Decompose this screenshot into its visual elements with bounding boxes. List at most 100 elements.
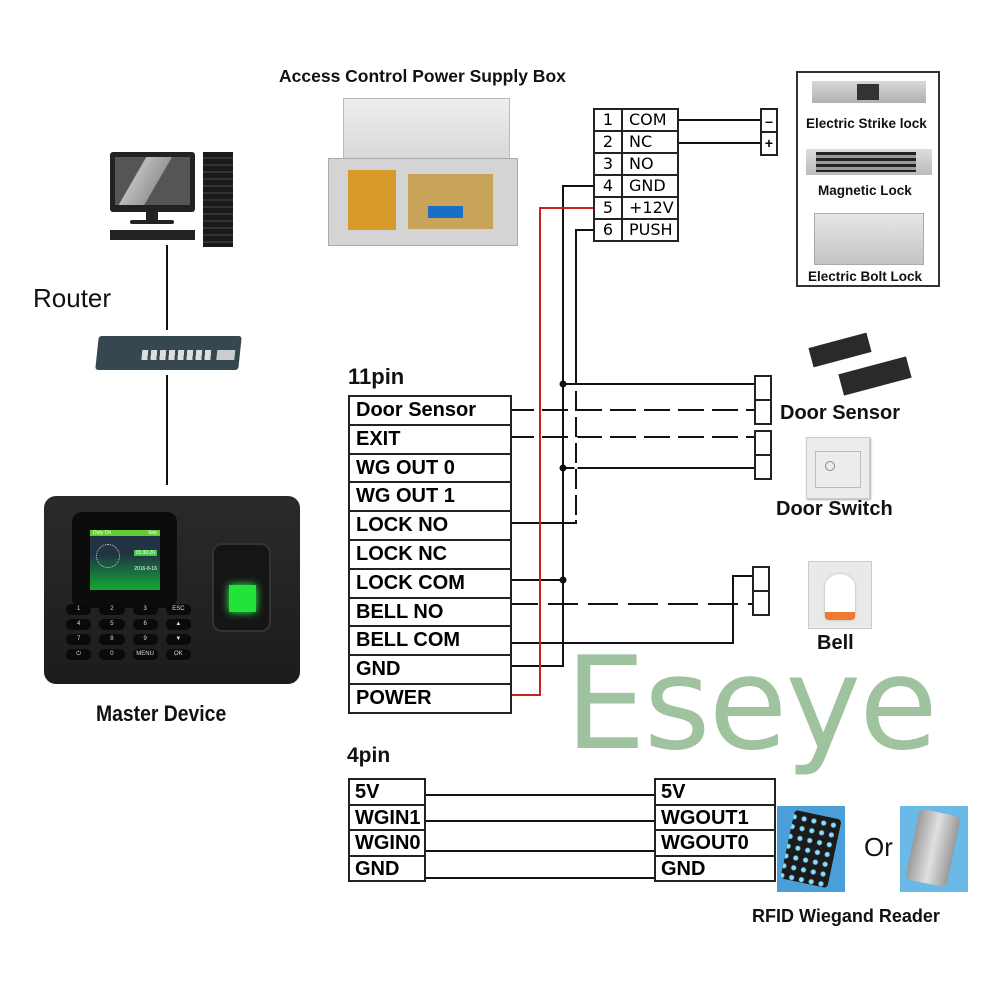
terminal-label: PUSH <box>629 220 673 239</box>
terminal-number: 5 <box>595 198 623 218</box>
magnetic-lock-image <box>806 149 932 175</box>
card-reader-image <box>900 806 968 892</box>
terminal-number: 2 <box>595 132 623 152</box>
pin11-row: GND <box>350 656 510 685</box>
keypad-key[interactable]: 8 <box>99 634 125 645</box>
keypad-key[interactable]: ▲ <box>165 619 191 630</box>
bell-icon <box>825 574 855 620</box>
keypad-key[interactable]: ▼ <box>165 634 191 645</box>
pin11-table: Door Sensor EXIT WG OUT 0 WG OUT 1 LOCK NO LO… <box>348 395 512 714</box>
pin4-header: 4pin <box>347 744 391 767</box>
terminal-number: 4 <box>595 176 623 196</box>
screen-header-right: Sep <box>148 530 157 536</box>
keypad-key[interactable]: 9 <box>132 634 158 645</box>
or-label: Or <box>864 832 893 862</box>
terminal-minus: – <box>762 110 776 133</box>
pin11-row: BELL COM <box>350 627 510 657</box>
door-switch-terminal <box>754 430 772 480</box>
screen-date: 2016-8-16 <box>134 566 157 572</box>
keypad-key[interactable]: 1 <box>66 604 92 615</box>
locks-panel: Electric Strike lock Magnetic Lock Elect… <box>796 71 940 287</box>
terminal-label: NO <box>629 154 654 173</box>
device-screen: Duty On Sep 15:30:26 2016-8-16 <box>72 512 177 608</box>
fingerprint-sensor <box>212 543 271 632</box>
screen-time: 15:30:26 <box>133 550 157 556</box>
terminal-label: NC <box>629 132 653 151</box>
wire-push-bus <box>508 229 593 524</box>
terminal-row: 2 NC <box>595 132 677 154</box>
terminal-number: 6 <box>595 220 623 240</box>
terminal-label: COM <box>629 110 667 129</box>
wire-power-12v <box>508 207 593 696</box>
pin11-row: BELL NO <box>350 599 510 628</box>
door-sensor-terminal <box>754 375 772 425</box>
terminal-plus: + <box>764 135 774 151</box>
pin11-row: WG OUT 1 <box>350 483 510 513</box>
pin4-device-row: GND <box>350 857 424 882</box>
pin4-device-table: 5V WGIN1 WGIN0 GND <box>348 778 426 882</box>
keypad-key[interactable]: ⏻ <box>66 649 92 660</box>
junction-dot <box>559 576 567 584</box>
terminal-label: +12V <box>629 198 674 217</box>
pin11-header: 11pin <box>348 364 405 389</box>
power-supply-title: Access Control Power Supply Box <box>279 66 566 86</box>
power-supply-terminal-table: 1 COM 2 NC 3 NO 4 GND 5 +12V 6 PUSH <box>593 108 679 242</box>
router-label: Router <box>33 283 112 313</box>
rfid-reader-label: RFID Wiegand Reader <box>752 906 940 926</box>
keypad-key[interactable]: 2 <box>99 604 125 615</box>
router-icon <box>95 336 242 370</box>
keypad-key[interactable]: 0 <box>99 649 125 660</box>
watermark-logo: Eseye <box>565 630 938 779</box>
bell-image <box>808 561 872 629</box>
keypad-key[interactable]: OK <box>165 649 191 660</box>
junction-dot <box>559 380 567 388</box>
keypad-key[interactable]: 3 <box>132 604 158 615</box>
computer-icon <box>110 152 235 252</box>
door-sensor-label: Door Sensor <box>780 402 901 424</box>
lock-label: Magnetic Lock <box>818 183 912 198</box>
keypad-key[interactable]: 4 <box>66 619 92 630</box>
pin4-reader-row: WGOUT1 <box>656 806 774 831</box>
pin11-row: LOCK NO <box>350 512 510 541</box>
pin4-device-row: WGIN1 <box>350 806 424 831</box>
terminal-row: 3 NO <box>595 154 677 176</box>
pin4-device-row: 5V <box>350 780 424 806</box>
pin4-device-row: WGIN0 <box>350 831 424 857</box>
master-device-label: Master Device <box>96 701 227 726</box>
lock-label: Electric Bolt Lock <box>808 269 923 284</box>
keypad-key[interactable]: 5 <box>99 619 125 630</box>
electric-bolt-lock-image <box>814 213 924 265</box>
pin4-reader-row: GND <box>656 857 774 882</box>
pin4-reader-row: 5V <box>656 780 774 806</box>
junction-dot <box>559 464 567 472</box>
terminal-row: 1 COM <box>595 110 677 132</box>
terminal-row: 4 GND <box>595 176 677 198</box>
power-supply-box-image <box>328 98 518 246</box>
keypad-key[interactable]: ESC <box>165 604 191 615</box>
keypad-key[interactable]: 6 <box>132 619 158 630</box>
keypad: 1 2 3 ESC 4 5 6 ▲ 7 8 9 ▼ ⏻ 0 MENU OK <box>66 604 191 660</box>
pin4-reader-table: 5V WGOUT1 WGOUT0 GND <box>654 778 776 882</box>
lock-terminal: – + <box>760 108 778 156</box>
keypad-reader-image <box>777 806 845 892</box>
bell-terminal <box>752 566 770 616</box>
pin4-reader-row: WGOUT0 <box>656 831 774 857</box>
clock-icon <box>96 544 120 568</box>
pin11-row: WG OUT 0 <box>350 455 510 484</box>
terminal-row: 5 +12V <box>595 198 677 220</box>
door-sensor-image <box>800 332 915 396</box>
pin11-row: EXIT <box>350 426 510 455</box>
terminal-label: GND <box>629 176 666 195</box>
keypad-key[interactable]: 7 <box>66 634 92 645</box>
door-switch-label: Door Switch <box>776 498 893 520</box>
wire-gnd-bus <box>508 185 593 667</box>
terminal-number: 3 <box>595 154 623 174</box>
lock-label: Electric Strike lock <box>806 116 927 131</box>
electric-strike-lock-image <box>812 81 926 103</box>
terminal-number: 1 <box>595 110 623 130</box>
keypad-key[interactable]: MENU <box>132 649 158 660</box>
door-switch-image <box>806 437 870 499</box>
pin11-row: Door Sensor <box>350 397 510 426</box>
pin11-row: POWER <box>350 685 510 714</box>
pin11-row: LOCK NC <box>350 541 510 570</box>
